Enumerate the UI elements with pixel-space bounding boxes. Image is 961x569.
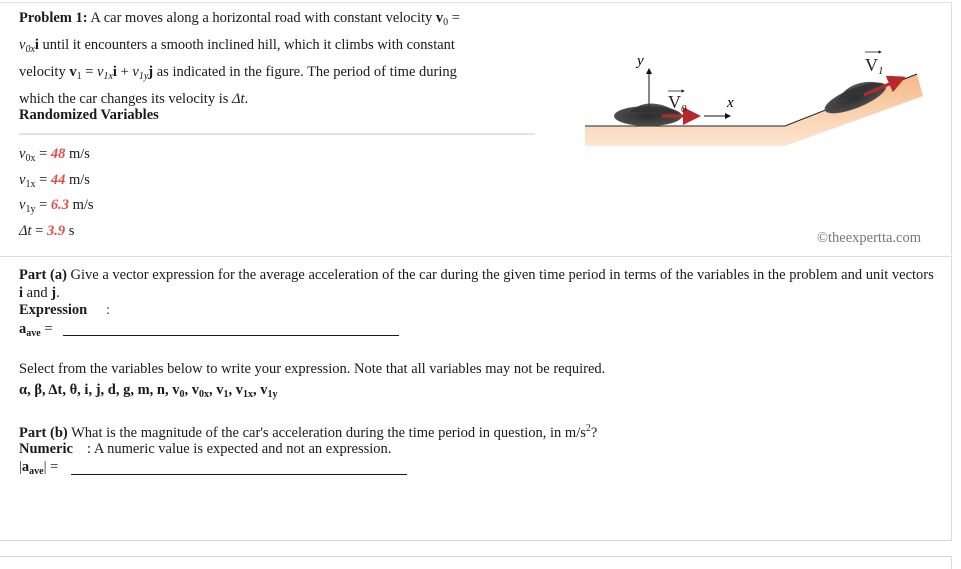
numeric-label: Numeric	[19, 441, 73, 457]
next-panel	[0, 556, 952, 569]
select-variables-instruction: Select from the variables below to write…	[19, 361, 606, 377]
variable-row: v1x = 44 m/s	[19, 171, 90, 190]
randomized-variables-title: Randomized Variables	[19, 107, 159, 123]
part-b-question: Part (b) What is the magnitude of the ca…	[19, 423, 598, 441]
v1-label: V1	[865, 55, 884, 77]
available-variables: α, β, Δt, θ, i, j, d, g, m, n, v0, v0x, …	[19, 382, 278, 400]
v0-label: V0	[668, 92, 687, 115]
problem-statement: Problem 1: A car moves along a horizonta…	[19, 10, 460, 107]
part-a-answer-field[interactable]	[63, 335, 399, 336]
part-b-label: Part (b)	[19, 425, 68, 441]
part-a-answer-label: aave =	[19, 321, 53, 339]
variable-value: 6.3	[50, 197, 69, 213]
variable-row: Δt = 3.9 s	[19, 222, 75, 239]
problem-figure: y V0 x V1	[585, 50, 923, 146]
y-axis-label: y	[635, 53, 644, 69]
variable-value: 48	[50, 146, 66, 162]
randomized-variables-list: v0x = 48 m/s v1x = 44 m/s v1y = 6.3 m/s …	[19, 144, 94, 246]
part-a-question: Part (a) Give a vector expression for th…	[19, 267, 934, 301]
expression-colon: :	[106, 302, 111, 318]
x-axis-label: x	[726, 95, 734, 111]
part-b-answer-field[interactable]	[71, 474, 407, 475]
variable-value: 44	[50, 171, 66, 188]
variable-row: v1y = 6.3 m/s	[19, 197, 94, 215]
numeric-description: : A numeric value is expected and not an…	[87, 441, 392, 457]
part-a-label: Part (a)	[19, 267, 67, 283]
variable-value: 3.9	[46, 222, 66, 239]
problem-label: Problem 1:	[19, 10, 88, 26]
divider	[19, 133, 535, 135]
variable-row: v0x = 48 m/s	[19, 146, 90, 164]
expression-label: Expression	[19, 302, 88, 318]
part-b-answer-label: |aave| =	[19, 459, 59, 477]
copyright-text: ©theexpertta.com	[816, 230, 921, 246]
